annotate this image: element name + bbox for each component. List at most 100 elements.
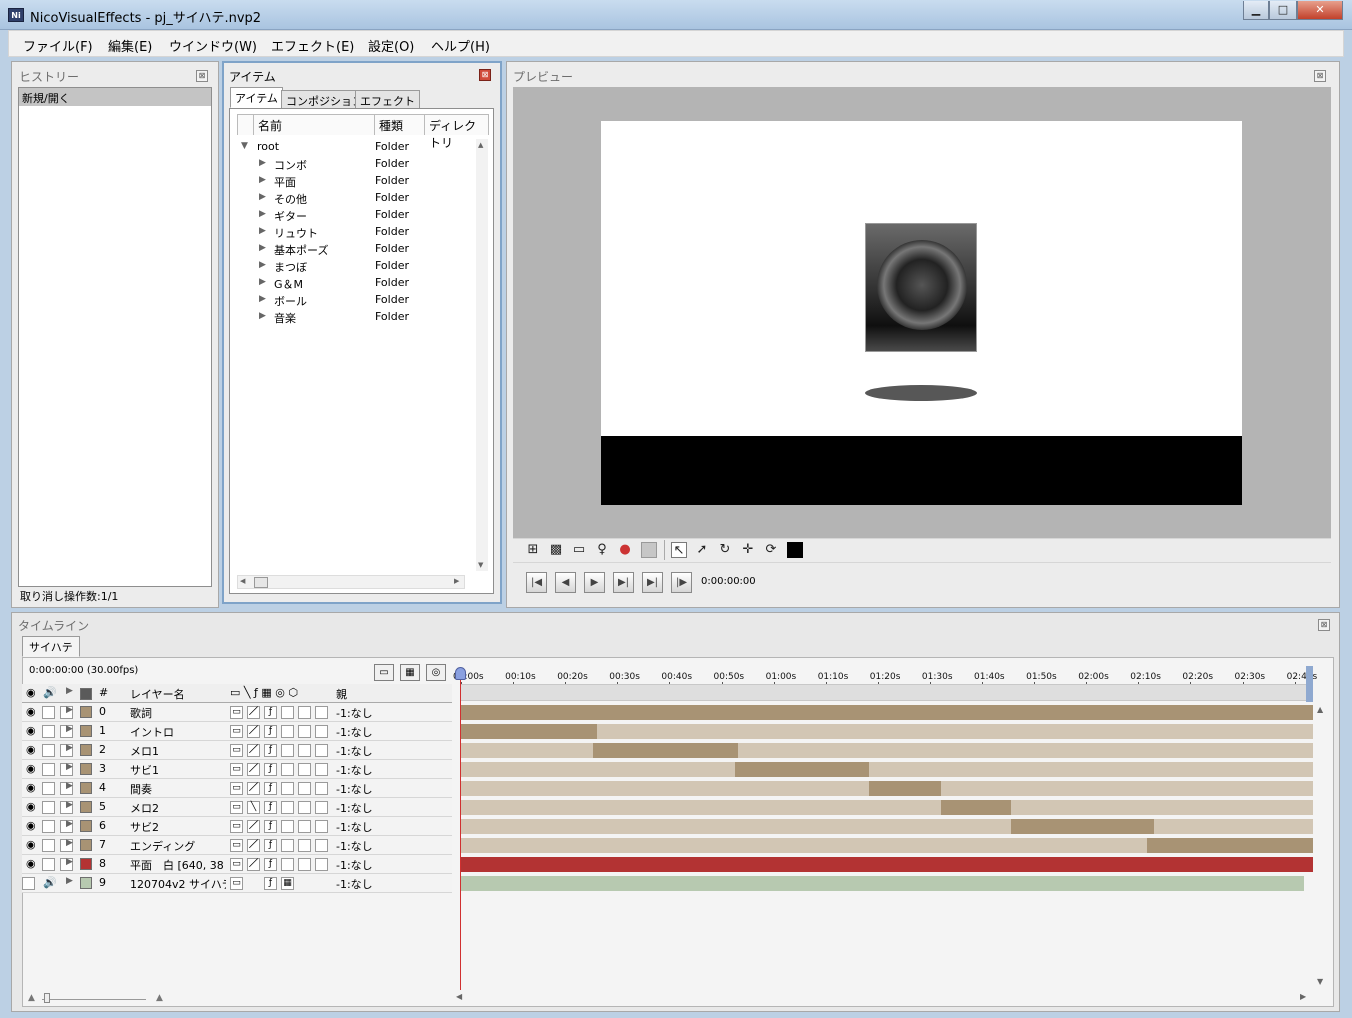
work-area-bar[interactable] <box>460 684 1307 701</box>
layer-name[interactable]: イントロ <box>130 724 226 739</box>
zoom-in-icon[interactable]: ▲ <box>156 993 163 1003</box>
layer-bar[interactable] <box>461 876 1305 891</box>
3d-toggle[interactable] <box>315 820 328 833</box>
ram-preview-button[interactable]: |▶ <box>671 572 692 593</box>
work-area-end-handle[interactable] <box>1306 666 1313 702</box>
history-item[interactable]: 新規/開く <box>19 88 211 106</box>
motion-blur-icon[interactable]: ◎ <box>426 664 446 681</box>
fx-icon[interactable]: ƒ <box>264 820 277 833</box>
expand-layer-icon[interactable]: ▶ <box>66 743 73 758</box>
playhead-line[interactable] <box>460 668 461 990</box>
select-icon[interactable]: ↖ <box>671 542 687 558</box>
fx-icon[interactable]: ƒ <box>264 782 277 795</box>
tree-row[interactable]: ▶ G＆M Folder <box>237 275 487 292</box>
anchor-rotate-icon[interactable]: ⟳ <box>763 542 779 558</box>
pen-icon[interactable]: ／ <box>247 839 260 852</box>
adjustment-toggle[interactable] <box>298 725 311 738</box>
vertical-scrollbar[interactable]: ▲ ▼ <box>476 139 488 571</box>
layer-mode-icon[interactable]: ▭ <box>230 858 243 871</box>
layer-color-swatch[interactable] <box>80 839 92 851</box>
audio-toggle[interactable] <box>42 782 55 795</box>
eye-icon[interactable]: ◉ <box>26 724 36 739</box>
layer-mode-icon[interactable]: ▭ <box>230 877 243 890</box>
eye-icon[interactable]: ◉ <box>26 857 36 872</box>
eye-icon[interactable]: ◉ <box>26 743 36 758</box>
collapse-arrow-icon[interactable]: ▶ <box>259 158 266 168</box>
timeline-vscroll[interactable]: ▲ ▼ <box>1317 705 1327 989</box>
tree-row[interactable]: ▶ まつぼ Folder <box>237 258 487 275</box>
eye-icon[interactable]: ◉ <box>26 705 36 720</box>
eye-icon[interactable]: ◉ <box>26 762 36 777</box>
adjustment-toggle[interactable] <box>298 858 311 871</box>
tab-composition-saihate[interactable]: サイハテ <box>22 636 80 657</box>
layer-bar[interactable] <box>1146 838 1313 853</box>
fx-icon[interactable]: ƒ <box>264 858 277 871</box>
layer-bar[interactable] <box>461 705 1313 720</box>
motion-blur-toggle[interactable] <box>281 801 294 814</box>
motion-blur-toggle[interactable] <box>281 820 294 833</box>
layer-color-swatch[interactable] <box>80 763 92 775</box>
pen-icon[interactable]: ／ <box>247 782 260 795</box>
pen-icon[interactable]: ／ <box>247 763 260 776</box>
audio-toggle[interactable] <box>42 820 55 833</box>
expand-layer-icon[interactable]: ▶ <box>66 705 73 720</box>
menu-settings[interactable]: 設定(O) <box>368 36 414 55</box>
layer-name[interactable]: メロ2 <box>130 800 226 815</box>
layer-color-swatch[interactable] <box>80 820 92 832</box>
adjustment-toggle[interactable] <box>298 706 311 719</box>
collapse-arrow-icon[interactable]: ▶ <box>259 175 266 185</box>
audio-icon[interactable]: 🔊 <box>43 876 57 891</box>
layer-name[interactable]: メロ1 <box>130 743 226 758</box>
header-type[interactable]: 種類 <box>375 115 425 135</box>
eye-icon[interactable]: ◉ <box>26 781 36 796</box>
close-button[interactable]: ✕ <box>1297 1 1343 20</box>
maximize-button[interactable]: □ <box>1269 1 1297 20</box>
layer-bar[interactable] <box>461 857 1313 872</box>
audio-toggle[interactable] <box>42 839 55 852</box>
layer-track[interactable] <box>461 743 1313 758</box>
tree-row[interactable]: ▶ その他 Folder <box>237 190 487 207</box>
scroll-right-icon[interactable]: ▶ <box>454 577 459 585</box>
motion-blur-toggle[interactable] <box>281 744 294 757</box>
expand-layer-icon[interactable]: ▶ <box>66 762 73 777</box>
layer-color-swatch[interactable] <box>80 858 92 870</box>
layer-color-swatch[interactable] <box>80 744 92 756</box>
timeline-zoom-slider[interactable]: ▲ ▲ <box>28 993 168 1005</box>
layer-color-swatch[interactable] <box>80 877 92 889</box>
layer-parent[interactable]: -1:なし <box>336 705 373 720</box>
layer-color-swatch[interactable] <box>80 782 92 794</box>
scroll-down-icon[interactable]: ▼ <box>478 561 483 569</box>
layer-mode-icon[interactable]: ▭ <box>230 763 243 776</box>
layer-track[interactable] <box>461 800 1313 815</box>
layer-mode-icon[interactable]: ▭ <box>230 801 243 814</box>
expand-layer-icon[interactable]: ▶ <box>66 781 73 796</box>
motion-blur-toggle[interactable] <box>281 858 294 871</box>
audio-toggle[interactable] <box>42 744 55 757</box>
menu-edit[interactable]: 編集(E) <box>108 36 152 55</box>
collapse-arrow-icon[interactable]: ▶ <box>259 277 266 287</box>
3d-toggle[interactable] <box>315 801 328 814</box>
scroll-left-icon[interactable]: ◀ <box>240 577 245 585</box>
layer-mode-icon[interactable]: ▭ <box>230 725 243 738</box>
layer-row[interactable]: ◉ ▶ 3 サビ1 ▭ ／ ƒ -1:なし <box>22 760 452 779</box>
fx-icon[interactable]: ƒ <box>264 877 277 890</box>
pen-icon[interactable]: ／ <box>247 744 260 757</box>
history-close-icon[interactable]: ⊠ <box>196 70 208 82</box>
header-name[interactable]: 名前 <box>254 115 375 135</box>
fx-icon[interactable]: ƒ <box>264 801 277 814</box>
layer-row[interactable]: ◉ ▶ 6 サビ2 ▭ ／ ƒ -1:なし <box>22 817 452 836</box>
motion-blur-toggle[interactable] <box>281 782 294 795</box>
layer-color-swatch[interactable] <box>80 801 92 813</box>
play-button[interactable]: ▶ <box>584 572 605 593</box>
next-frame-button[interactable]: ▶| <box>613 572 634 593</box>
eye-icon[interactable]: ◉ <box>26 800 36 815</box>
zoom-thumb[interactable] <box>44 993 50 1003</box>
collapse-arrow-icon[interactable]: ▶ <box>259 192 266 202</box>
layer-parent[interactable]: -1:なし <box>336 857 373 872</box>
3d-toggle[interactable] <box>315 763 328 776</box>
expand-layer-icon[interactable]: ▶ <box>66 857 73 872</box>
layer-mode-icon[interactable]: ▭ <box>230 839 243 852</box>
tree-row[interactable]: ▶ ボール Folder <box>237 292 487 309</box>
scroll-thumb[interactable] <box>254 577 268 588</box>
expand-layer-icon[interactable]: ▶ <box>66 724 73 739</box>
